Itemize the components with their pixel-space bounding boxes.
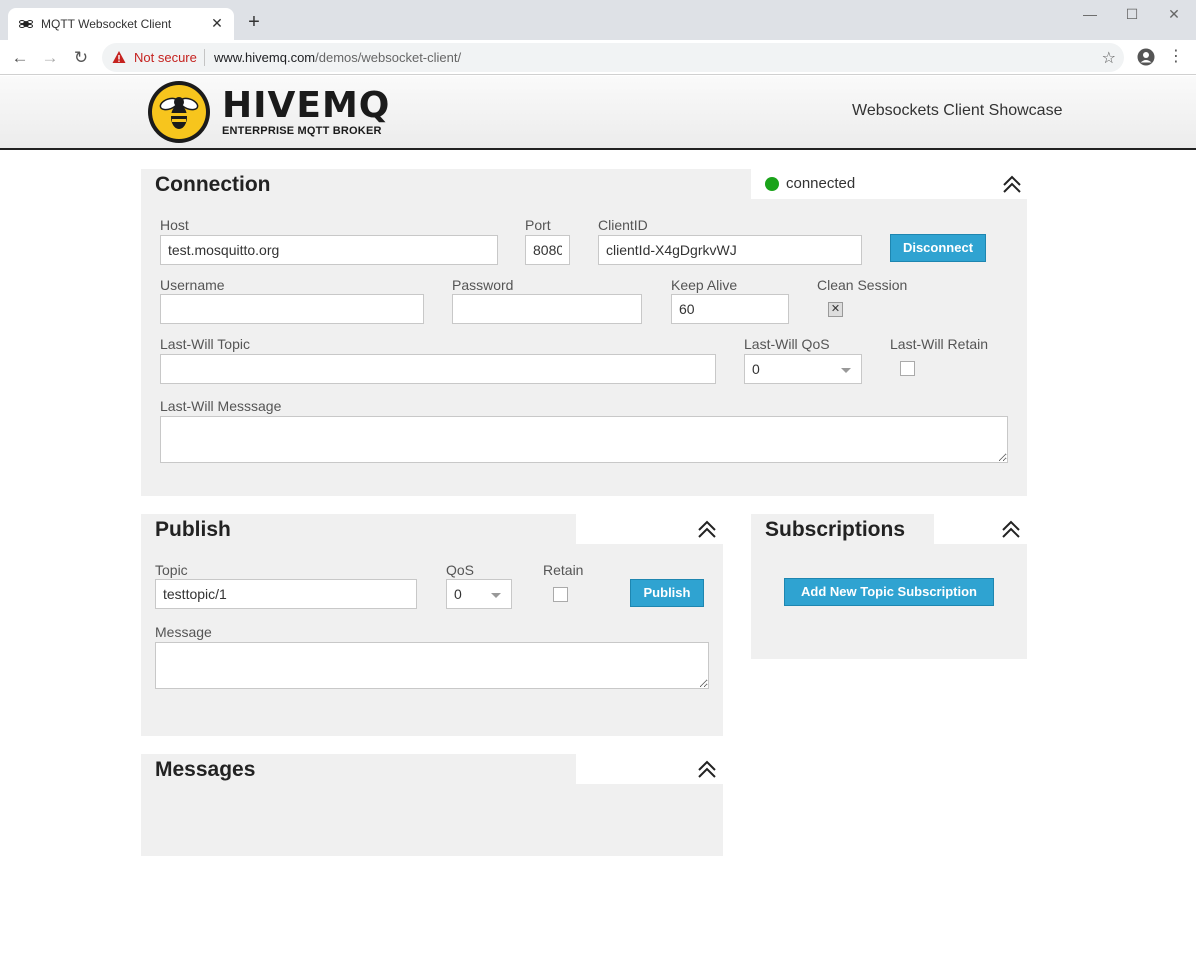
host-input[interactable] [160, 235, 498, 265]
disconnect-button[interactable]: Disconnect [890, 234, 986, 262]
minimize-icon[interactable]: — [1080, 5, 1100, 23]
publish-panel: Publish Topic QoS 0 Retain Publish Messa… [141, 514, 723, 736]
url-path: /demos/websocket-client/ [315, 50, 462, 65]
omnibox-divider [204, 49, 205, 66]
not-secure-label[interactable]: Not secure [134, 50, 197, 65]
topic-label: Topic [155, 562, 188, 578]
warning-icon [112, 51, 126, 63]
messages-panel: Messages [141, 754, 723, 856]
keepalive-label: Keep Alive [671, 277, 738, 293]
collapse-publish-icon[interactable] [696, 518, 718, 540]
port-label: Port [525, 217, 551, 233]
bookmark-star-icon[interactable]: ☆ [1102, 48, 1116, 68]
password-input[interactable] [452, 294, 642, 324]
profile-icon[interactable] [1137, 48, 1155, 66]
lastwill-topic-label: Last-Will Topic [160, 336, 250, 352]
lastwill-qos-select[interactable]: 0 [744, 354, 862, 384]
clean-session-checkbox[interactable]: ✕ [828, 302, 843, 317]
password-label: Password [452, 277, 514, 293]
chevron-down-icon [841, 368, 851, 373]
retain-checkbox[interactable] [553, 587, 568, 602]
close-tab-icon[interactable]: ✕ [208, 14, 226, 32]
message-label: Message [155, 624, 212, 640]
publish-button[interactable]: Publish [630, 579, 704, 607]
qos-select[interactable]: 0 [446, 579, 512, 609]
clientid-label: ClientID [598, 217, 648, 233]
connection-title: Connection [155, 173, 271, 196]
topic-input[interactable] [155, 579, 417, 609]
brand-name: HIVEMQ [222, 85, 391, 126]
publish-title: Publish [155, 518, 231, 541]
lastwill-retain-label: Last-Will Retain [890, 336, 989, 352]
collapse-subscriptions-icon[interactable] [1000, 518, 1022, 540]
connection-panel: Connection connected Host Port ClientID … [141, 169, 1027, 496]
username-input[interactable] [160, 294, 424, 324]
lastwill-qos-label: Last-Will QoS [744, 336, 830, 352]
maximize-icon[interactable]: ☐ [1122, 5, 1142, 23]
messages-title: Messages [155, 758, 256, 781]
hivemq-favicon-icon [19, 20, 33, 28]
retain-label: Retain [543, 562, 584, 578]
browser-toolbar: ← → ↻ Not secure www.hivemq.com/demos/we… [0, 40, 1196, 75]
chevron-down-icon [491, 593, 501, 598]
brand-subtitle: ENTERPRISE MQTT BROKER [222, 125, 382, 137]
add-subscription-button[interactable]: Add New Topic Subscription [784, 578, 994, 606]
connection-status-dot [765, 177, 779, 191]
forward-icon[interactable]: → [39, 47, 61, 69]
showcase-title: Websockets Client Showcase [852, 102, 1063, 119]
browser-tab[interactable]: MQTT Websocket Client ✕ [8, 8, 234, 40]
address-bar[interactable]: Not secure www.hivemq.com/demos/websocke… [102, 43, 1124, 72]
lastwill-topic-input[interactable] [160, 354, 716, 384]
collapse-messages-icon[interactable] [696, 758, 718, 780]
lastwill-message-label: Last-Will Messsage [160, 398, 282, 414]
url-text[interactable]: www.hivemq.com/demos/websocket-client/ [214, 50, 461, 65]
url-host: www.hivemq.com [214, 50, 316, 65]
tab-title: MQTT Websocket Client [41, 17, 172, 31]
browser-menu-icon[interactable]: ⋮ [1168, 47, 1184, 67]
collapse-connection-icon[interactable] [1001, 173, 1023, 195]
port-input[interactable] [525, 235, 570, 265]
subscriptions-title: Subscriptions [765, 518, 906, 541]
keepalive-input[interactable] [671, 294, 789, 324]
host-label: Host [160, 217, 189, 233]
clean-session-label: Clean Session [817, 277, 908, 293]
clientid-input[interactable] [598, 235, 862, 265]
reload-icon[interactable]: ↻ [70, 47, 92, 69]
lastwill-message-textarea[interactable] [160, 416, 1008, 463]
lastwill-qos-value: 0 [752, 361, 760, 377]
close-window-icon[interactable]: ✕ [1164, 5, 1184, 23]
qos-label: QoS [446, 562, 475, 578]
message-textarea[interactable] [155, 642, 709, 689]
connection-status: connected [786, 175, 856, 192]
lastwill-retain-checkbox[interactable] [900, 361, 915, 376]
browser-tabstrip: MQTT Websocket Client ✕ + — ☐ ✕ [0, 0, 1196, 40]
new-tab-icon[interactable]: + [244, 12, 264, 32]
back-icon[interactable]: ← [9, 47, 31, 69]
qos-value: 0 [454, 586, 462, 602]
hivemq-bee-logo-icon[interactable] [147, 80, 211, 144]
username-label: Username [160, 277, 225, 293]
subscriptions-panel: Subscriptions Add New Topic Subscription [751, 514, 1027, 659]
site-header: HIVEMQ ENTERPRISE MQTT BROKER Websockets… [0, 76, 1196, 150]
